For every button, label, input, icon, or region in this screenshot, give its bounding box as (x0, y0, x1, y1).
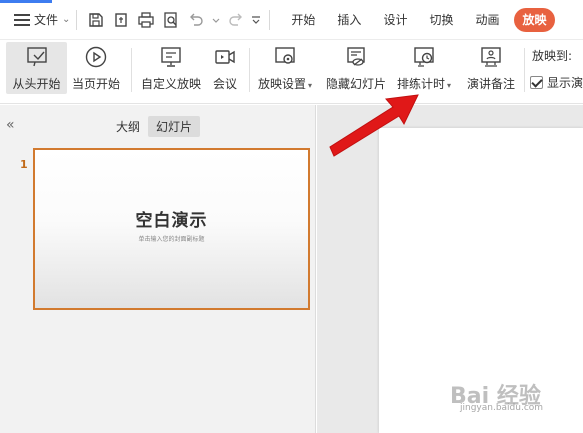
undo-button[interactable] (185, 9, 207, 31)
tab-home[interactable]: 开始 (280, 8, 326, 32)
divider (524, 48, 525, 92)
speaker-notes-label: 演讲备注 (466, 77, 515, 91)
show-presenter-label: 显示演 (547, 76, 583, 90)
tab-design[interactable]: 设计 (372, 8, 418, 32)
chevron-down-icon (251, 15, 260, 24)
tab-insert[interactable]: 插入 (326, 8, 372, 32)
from-current-label: 当页开始 (71, 77, 120, 91)
print-preview-icon (164, 11, 177, 28)
slide-thumbnail[interactable]: 空白演示 单击输入您的封面副标题 (33, 148, 310, 310)
undo-dropdown-icon[interactable] (210, 9, 222, 31)
play-to-label: 放映到: (532, 49, 573, 63)
file-menu-label: 文件 (34, 13, 59, 27)
hide-slide-button[interactable]: 隐藏幻灯片 (324, 42, 388, 94)
from-start-button[interactable]: 从头开始 (6, 42, 67, 94)
double-chevron-left-icon[interactable]: « (6, 117, 15, 133)
chevron-down-icon: ▾ (447, 81, 452, 90)
speaker-notes-icon (481, 47, 501, 67)
slide-number: 1 (20, 158, 28, 171)
save-icon (89, 12, 103, 27)
undo-icon (189, 13, 203, 26)
meeting-label: 会议 (212, 77, 237, 91)
menu-bar: 文件 ⌄ 开始 插入 设计 切换 动画 放映 (0, 0, 583, 40)
video-camera-icon (215, 50, 235, 64)
hide-slide-label: 隐藏幻灯片 (325, 77, 386, 91)
redo-icon (229, 13, 242, 26)
view-tabs: 大纲 幻灯片 (108, 116, 201, 137)
tab-slideshow[interactable]: 放映 (514, 7, 555, 32)
divider (76, 9, 78, 30)
show-settings-label: 放映设置 (257, 77, 306, 91)
meeting-button[interactable]: 会议 (208, 42, 242, 94)
rehearse-timing-icon (414, 47, 434, 67)
slideshow-ribbon: 从头开始 当页开始 自定义放映 会议 放映设置 ▾ 隐藏幻灯片 排练计时 ▾ 演讲备… (0, 40, 583, 104)
redo-button[interactable] (225, 9, 247, 31)
ribbon-tabs: 开始 插入 设计 切换 动画 放映 (280, 7, 555, 32)
export-icon (115, 12, 127, 27)
print-icon (138, 11, 154, 28)
tab-slides[interactable]: 幻灯片 (148, 116, 201, 137)
tab-outline[interactable]: 大纲 (108, 116, 148, 137)
slides-panel: « 大纲 幻灯片 1 空白演示 单击输入您的封面副标题 (0, 105, 316, 433)
watermark-url: jingyan.baidu.com (460, 403, 544, 413)
from-current-button[interactable]: 当页开始 (68, 42, 124, 94)
custom-show-label: 自定义放映 (140, 77, 201, 91)
slide-subtitle: 单击输入您的封面副标题 (138, 236, 205, 243)
file-menu-button[interactable]: 文件 ⌄ (14, 6, 70, 34)
play-circle-icon (85, 46, 107, 68)
customize-toolbar-button[interactable] (250, 9, 262, 31)
show-presenter-checkbox[interactable]: 显示演 (530, 74, 583, 91)
show-settings-button[interactable]: 放映设置 ▾ (254, 42, 316, 94)
chevron-down-icon: ▾ (308, 81, 313, 90)
chevron-down-icon (212, 18, 220, 23)
rehearse-timing-button[interactable]: 排练计时 ▾ (393, 42, 455, 94)
tab-animation[interactable]: 动画 (464, 8, 510, 32)
hide-slide-icon (347, 47, 365, 66)
slide-title: 空白演示 (135, 211, 208, 231)
print-preview-button[interactable] (160, 9, 182, 31)
play-from-start-icon (26, 47, 47, 67)
chevron-down-icon: ⌄ (62, 14, 71, 25)
tab-transition[interactable]: 切换 (418, 8, 464, 32)
custom-show-button[interactable]: 自定义放映 (138, 42, 204, 94)
custom-show-icon (161, 47, 181, 67)
speaker-notes-button[interactable]: 演讲备注 (463, 42, 519, 94)
checkbox-checked-icon (530, 76, 543, 89)
export-button[interactable] (110, 9, 132, 31)
rehearse-timing-label: 排练计时 (396, 77, 445, 91)
save-button[interactable] (85, 9, 107, 31)
print-button[interactable] (135, 9, 157, 31)
settings-slide-icon (275, 47, 295, 64)
hamburger-icon (14, 13, 30, 26)
from-start-label: 从头开始 (12, 77, 61, 91)
accent-strip (0, 0, 52, 3)
divider (249, 48, 250, 92)
divider (269, 9, 271, 30)
divider (131, 48, 132, 92)
